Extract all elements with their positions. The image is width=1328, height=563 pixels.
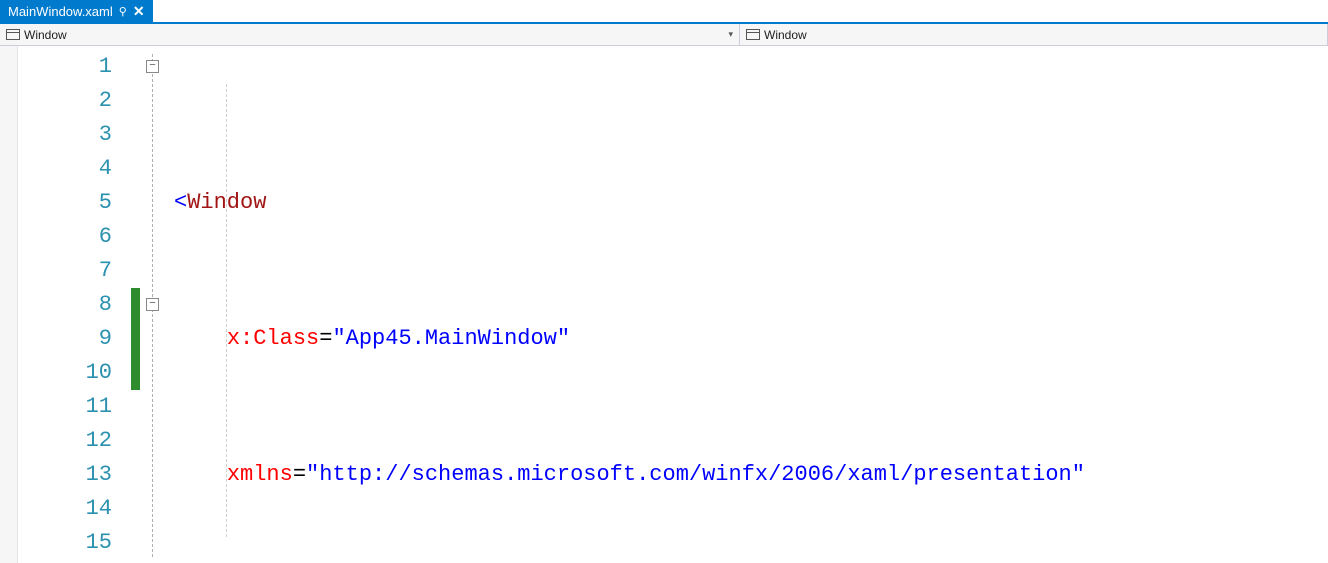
marker-margin xyxy=(0,46,18,563)
fold-toggle[interactable]: − xyxy=(146,298,159,311)
scope-right-label: Window xyxy=(764,28,807,42)
line-number: 2 xyxy=(18,84,112,118)
indent-guide xyxy=(226,84,227,537)
close-icon[interactable]: ✕ xyxy=(133,3,145,20)
fold-toggle[interactable]: − xyxy=(146,60,159,73)
line-number: 13 xyxy=(18,458,112,492)
window-icon xyxy=(746,29,760,40)
code-editor[interactable]: 1 2 3 4 5 6 7 8 9 10 11 12 13 14 15 − − … xyxy=(0,46,1328,563)
change-indicator xyxy=(131,288,140,390)
line-number-gutter: 1 2 3 4 5 6 7 8 9 10 11 12 13 14 15 xyxy=(18,46,130,563)
window-icon xyxy=(6,29,20,40)
line-number: 1 xyxy=(18,50,112,84)
line-number: 5 xyxy=(18,186,112,220)
line-number: 11 xyxy=(18,390,112,424)
line-number: 12 xyxy=(18,424,112,458)
code-line: xmlns="http://schemas.microsoft.com/winf… xyxy=(174,458,1328,492)
pin-icon[interactable]: ⚲ xyxy=(119,5,127,18)
navigation-bar: Window ▾ Window xyxy=(0,24,1328,46)
outlining-margin: − − xyxy=(144,46,174,563)
line-number: 9 xyxy=(18,322,112,356)
code-line: x:Class="App45.MainWindow" xyxy=(174,322,1328,356)
code-line: <Window xyxy=(174,186,1328,220)
code-area[interactable]: <Window x:Class="App45.MainWindow" xmlns… xyxy=(174,46,1328,563)
line-number: 10 xyxy=(18,356,112,390)
tab-bar: MainWindow.xaml ⚲ ✕ xyxy=(0,0,1328,24)
line-number: 14 xyxy=(18,492,112,526)
scope-dropdown-right[interactable]: Window xyxy=(740,24,1328,45)
line-number: 7 xyxy=(18,254,112,288)
line-number: 4 xyxy=(18,152,112,186)
tab-title: MainWindow.xaml xyxy=(8,4,113,19)
scope-left-label: Window xyxy=(24,28,67,42)
chevron-down-icon: ▾ xyxy=(728,29,733,40)
change-margin xyxy=(130,46,144,563)
tab-active[interactable]: MainWindow.xaml ⚲ ✕ xyxy=(0,0,153,22)
line-number: 3 xyxy=(18,118,112,152)
line-number: 6 xyxy=(18,220,112,254)
scope-dropdown-left[interactable]: Window ▾ xyxy=(0,24,740,45)
line-number: 8 xyxy=(18,288,112,322)
line-number: 15 xyxy=(18,526,112,560)
